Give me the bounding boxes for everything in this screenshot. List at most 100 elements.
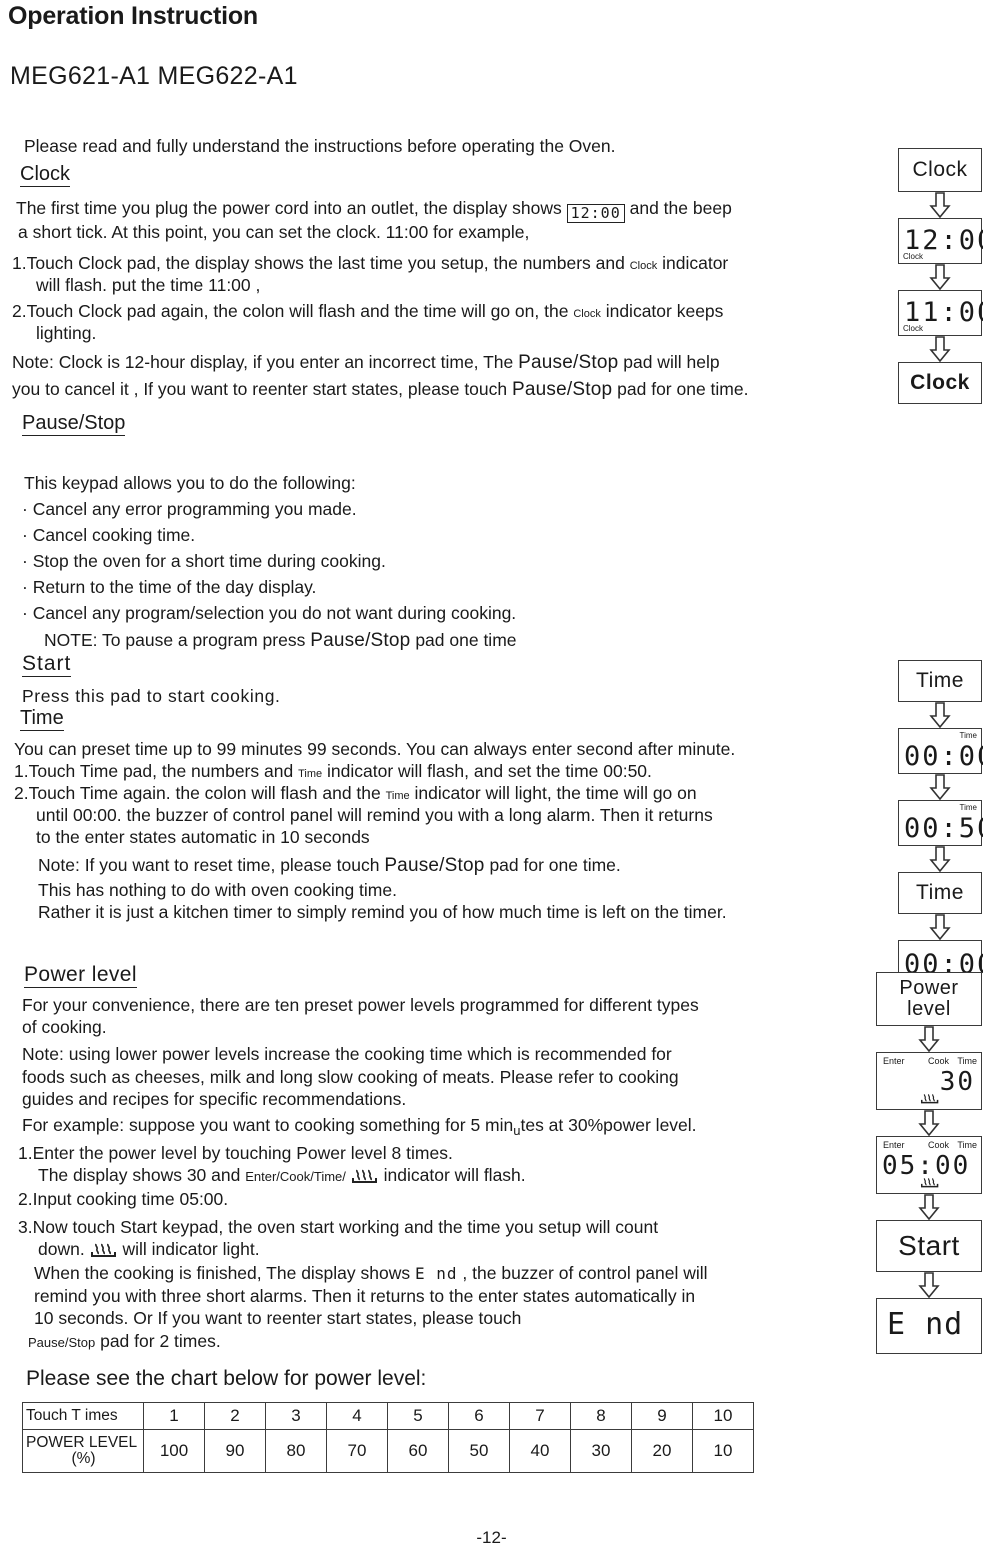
table-rowheader-power-level-unit: (%) (71, 1450, 96, 1467)
flow-arrow-time-2 (929, 774, 951, 800)
flow-clock-box-2: 11:00 Clock (898, 290, 983, 336)
flow-arrow-down-1 (929, 192, 951, 218)
clock-step1-a: 1.Touch Clock pad, the display shows the… (12, 253, 625, 273)
pause-stop-bullet-1: · Cancel cooking time. (22, 525, 196, 545)
power-level-s3-b: down. (38, 1239, 85, 1259)
lcd-chip-1200: 12:00 (566, 204, 625, 223)
power-level-p3: Note: using lower power levels increase … (22, 1044, 672, 1064)
pause-stop-heading-text: Pause/Stop (22, 412, 126, 436)
power-level-step-7: Pause/Stop pad for 2 times. (28, 1330, 221, 1353)
flow-power-box-4: E nd (876, 1298, 982, 1354)
power-level-s4-a: When the cooking is finished, The displa… (34, 1263, 411, 1283)
flow-clock-label-3: Clock (910, 371, 970, 394)
clock-step2-a: 2.Touch Clock pad again, the colon will … (12, 301, 569, 321)
table-cell-touch-8: 8 (570, 1402, 632, 1430)
flow-time-lcd-2: 00:50 (904, 813, 983, 844)
time-note-1: Note: If you want to reset time, please … (38, 853, 621, 878)
power-level-s7-b: pad for 2 times. (100, 1331, 221, 1351)
flow-arrow-time-1 (929, 702, 951, 728)
table-cell-power-8: 30 (570, 1429, 632, 1473)
pause-stop-bullet-3: · Return to the time of the day display. (22, 577, 317, 597)
clock-note-line-2: you to cancel it , If you want to reente… (12, 377, 748, 402)
clock-step-1: 1.Touch Clock pad, the display shows the… (12, 252, 728, 275)
flow-time-lcd-1: 00:00 (904, 741, 983, 772)
power-level-s1-a: The display shows 30 and (38, 1165, 241, 1185)
page-number: -12- (476, 1528, 507, 1547)
time-step2-a: 2.Touch Time again. the colon will flash… (14, 783, 381, 803)
flow-power-tag-enter-1: Enter (883, 1056, 905, 1066)
table-cell-touch-2: 2 (204, 1402, 266, 1430)
flow-time-box-0[interactable]: Time (898, 660, 982, 702)
lcd-inline-end: E nd (415, 1264, 458, 1283)
flow-power-box-3[interactable]: Start (876, 1220, 982, 1272)
flow-power-tag-cook-2: Cook (927, 1140, 949, 1150)
table-rowheader-touch-times: Touch T imes (22, 1402, 144, 1430)
time-note-pad: Pause/Stop (384, 855, 485, 876)
steam-icon-2 (90, 1241, 118, 1257)
pause-stop-bullet-0: · Cancel any error programming you made. (22, 499, 357, 519)
table-row-power-level: POWER LEVEL (%) 100 90 80 70 60 50 40 30… (22, 1429, 754, 1473)
model-numbers: MEG621-A1 MEG622-A1 (10, 62, 298, 90)
flow-clock-tag-2: Clock (903, 324, 924, 333)
time-note-b: pad for one time. (489, 855, 621, 875)
flow-time-box-3[interactable]: Time (898, 872, 982, 914)
power-level-p6-a: For example: suppose you want to cooking… (22, 1115, 514, 1135)
flow-power-box-1: Enter Cook Time 30 (876, 1052, 982, 1110)
pause-stop-note: NOTE: To pause a program press Pause/Sto… (44, 628, 517, 653)
clock-p1-b: and the beep (629, 198, 732, 218)
steam-icon (351, 1167, 379, 1183)
pause-stop-note-b: pad one time (415, 630, 517, 650)
pause-stop-bullet-2: · Stop the oven for a short time during … (22, 551, 386, 571)
table-cell-touch-7: 7 (509, 1402, 571, 1430)
table-cell-power-9: 20 (631, 1429, 693, 1473)
clock-step1-tag: Clock (629, 260, 658, 272)
flow-power-lcd-4: E nd (887, 1307, 964, 1342)
clock-step1-b: indicator (662, 253, 729, 273)
flow-diagram-time: Time Time 00:00 Time 00:50 Time 00:00 (898, 660, 983, 984)
flow-diagram-power-level: Power level Enter Cook Time 30 Enter Coo… (876, 972, 982, 1354)
flow-power-box-2: Enter Cook Time 05:00 (876, 1136, 982, 1194)
flow-power-label-0-line1: Power (899, 977, 959, 999)
clock-note2-a: you to cancel it , If you want to reente… (12, 379, 508, 399)
power-level-p6-b: tes at 30%power level. (520, 1115, 697, 1135)
power-level-step-1: 1.Enter the power level by touching Powe… (18, 1143, 453, 1163)
clock-note-a: Note: Clock is 12-hour display, if you e… (12, 352, 514, 372)
flow-power-label-0-line2: level (907, 998, 951, 1020)
clock-note-b: pad will help (623, 352, 720, 372)
steam-icon-lcd-2 (920, 1173, 940, 1192)
flow-clock-lcd-1: 12:00 (904, 225, 983, 256)
power-level-p5: guides and recipes for specific recommen… (22, 1089, 407, 1109)
time-paragraph-1: You can preset time up to 99 minutes 99 … (14, 739, 736, 759)
flow-power-box-0[interactable]: Power level (876, 972, 982, 1026)
power-level-s7-pad: Pause/Stop (28, 1335, 96, 1350)
flow-power-tag-time-2: Time (957, 1140, 977, 1150)
time-step-1: 1.Touch Time pad, the numbers and Time i… (14, 760, 652, 783)
flow-clock-box-3[interactable]: Clock (898, 362, 982, 404)
flow-power-tag-time-1: Time (957, 1056, 977, 1066)
power-level-step-2: 2.Input cooking time 05:00. (18, 1189, 229, 1209)
table-cell-power-2: 90 (204, 1429, 266, 1473)
time-step2-tag: Time (385, 790, 410, 802)
clock-step-2-cont: lighting. (36, 323, 97, 343)
clock-heading-text: Clock (20, 163, 71, 187)
clock-step2-tag: Clock (573, 308, 601, 320)
power-level-step-1-cont: The display shows 30 and Enter/Cook/Time… (38, 1164, 526, 1187)
clock-note-line-1: Note: Clock is 12-hour display, if you e… (12, 350, 720, 375)
time-step1-b: indicator will flash, and set the time 0… (327, 761, 652, 781)
power-level-table: Touch T imes 1 2 3 4 5 6 7 8 9 10 POWER … (22, 1402, 754, 1473)
flow-arrow-power-4 (918, 1272, 940, 1298)
time-step1-a: 1.Touch Time pad, the numbers and (14, 761, 294, 781)
time-step-2-cont-1: until 00:00. the buzzer of control panel… (36, 805, 713, 825)
flow-time-label-3: Time (916, 881, 964, 904)
pause-stop-note-a: NOTE: To pause a program press (44, 630, 306, 650)
table-cell-power-6: 50 (448, 1429, 510, 1473)
time-step2-b: indicator will light, the time will go o… (414, 783, 697, 803)
start-heading-text: Start (22, 652, 72, 677)
table-cell-power-3: 80 (265, 1429, 327, 1473)
steam-icon-lcd-1 (920, 1089, 940, 1108)
table-cell-touch-4: 4 (326, 1402, 388, 1430)
flow-time-label-0: Time (916, 669, 964, 692)
table-cell-power-5: 60 (387, 1429, 449, 1473)
time-step-2: 2.Touch Time again. the colon will flash… (14, 782, 697, 805)
flow-clock-box-0[interactable]: Clock (898, 148, 982, 192)
